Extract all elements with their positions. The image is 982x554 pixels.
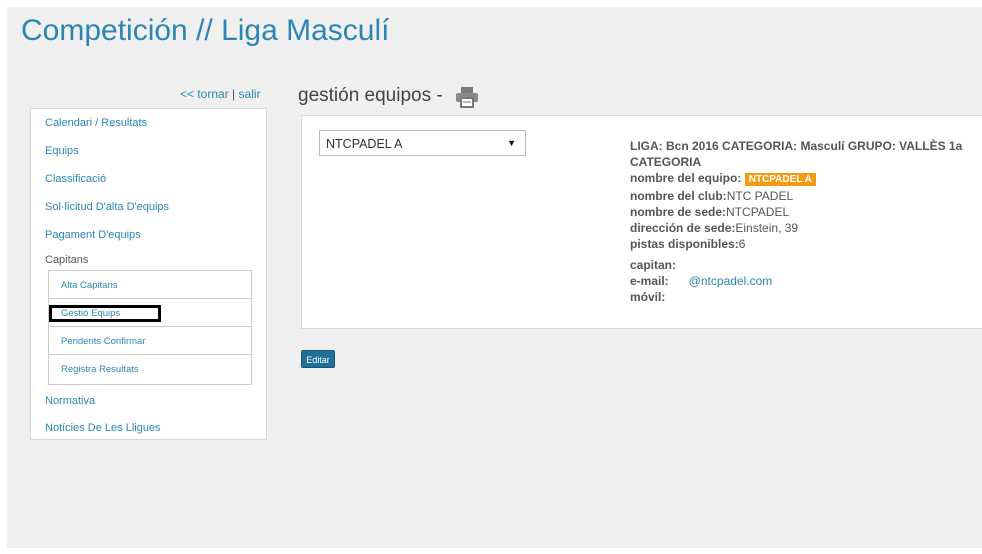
captain-label: capitan: xyxy=(630,258,677,272)
submenu-item-label: Pendents Confirmar xyxy=(61,336,146,347)
sidebar-item-calendar[interactable]: Calendari / Resultats xyxy=(45,117,147,129)
submenu-item-pending[interactable]: Pendents Confirmar xyxy=(49,327,251,355)
venue-address-value: Einstein, 39 xyxy=(735,221,799,235)
club-name-label: nombre del club: xyxy=(630,189,727,203)
selection-highlight xyxy=(49,305,161,322)
page-title: Competición // Liga Masculí xyxy=(21,14,390,47)
team-name-label: nombre del equipo: xyxy=(630,171,742,185)
courts-value: 6 xyxy=(738,237,746,251)
venue-address-label: dirección de sede: xyxy=(630,221,736,235)
section-title: gestión equipos - xyxy=(298,85,443,106)
edit-button[interactable]: Editar xyxy=(301,350,335,368)
club-name-value: NTC PADEL xyxy=(726,189,794,203)
sidebar-item-league-news[interactable]: Notícies De Les Lligues xyxy=(45,422,161,434)
back-link[interactable]: << tornar xyxy=(180,87,229,101)
sidebar-item-rules[interactable]: Normativa xyxy=(45,395,95,407)
venue-name-label: nombre de sede: xyxy=(630,205,727,219)
sidebar-item-standings[interactable]: Classificació xyxy=(45,173,106,185)
team-select[interactable]: NTCPADEL A ▼ xyxy=(319,130,526,156)
venue-name-value: NTCPADEL xyxy=(726,205,790,219)
exit-link[interactable]: salir xyxy=(239,87,261,101)
sidebar-item-team-registration[interactable]: Sol·licitud D'alta D'equips xyxy=(45,201,169,213)
email-value[interactable]: @ntcpadel.com xyxy=(689,274,773,288)
printer-icon[interactable] xyxy=(455,86,479,108)
courts-label: pistas disponibles: xyxy=(630,237,739,251)
submenu-item-register-results[interactable]: Registra Resultats xyxy=(49,355,251,383)
back-links: << tornar | salir xyxy=(180,87,261,101)
sidebar: Calendari / Resultats Equips Classificac… xyxy=(30,108,267,440)
team-info: LIGA: Bcn 2016 CATEGORIA: Masculí GRUPO:… xyxy=(630,138,982,305)
league-info: LIGA: Bcn 2016 CATEGORIA: Masculí GRUPO:… xyxy=(630,139,963,153)
submenu-item-add-captains[interactable]: Alta Capitans xyxy=(49,271,251,299)
sidebar-item-captains[interactable]: Capitans xyxy=(45,254,88,266)
email-label: e-mail: xyxy=(630,274,669,288)
dropdown-arrow-icon: ▼ xyxy=(507,138,516,148)
sidebar-item-teams[interactable]: Equips xyxy=(45,145,79,157)
sidebar-item-team-payment[interactable]: Pagament D'equips xyxy=(45,229,141,241)
category-label: CATEGORIA xyxy=(630,155,702,169)
mobile-label: móvil: xyxy=(630,290,666,304)
submenu-item-label: Alta Capitans xyxy=(61,280,118,291)
team-name-badge: NTCPADEL A xyxy=(744,173,816,186)
link-separator: | xyxy=(232,87,236,101)
team-select-value: NTCPADEL A xyxy=(326,137,403,151)
captains-submenu: Alta Capitans Gestió Equips Pendents Con… xyxy=(48,270,252,385)
submenu-item-label: Registra Resultats xyxy=(61,364,139,375)
team-panel: NTCPADEL A ▼ LIGA: Bcn 2016 CATEGORIA: M… xyxy=(301,115,982,329)
